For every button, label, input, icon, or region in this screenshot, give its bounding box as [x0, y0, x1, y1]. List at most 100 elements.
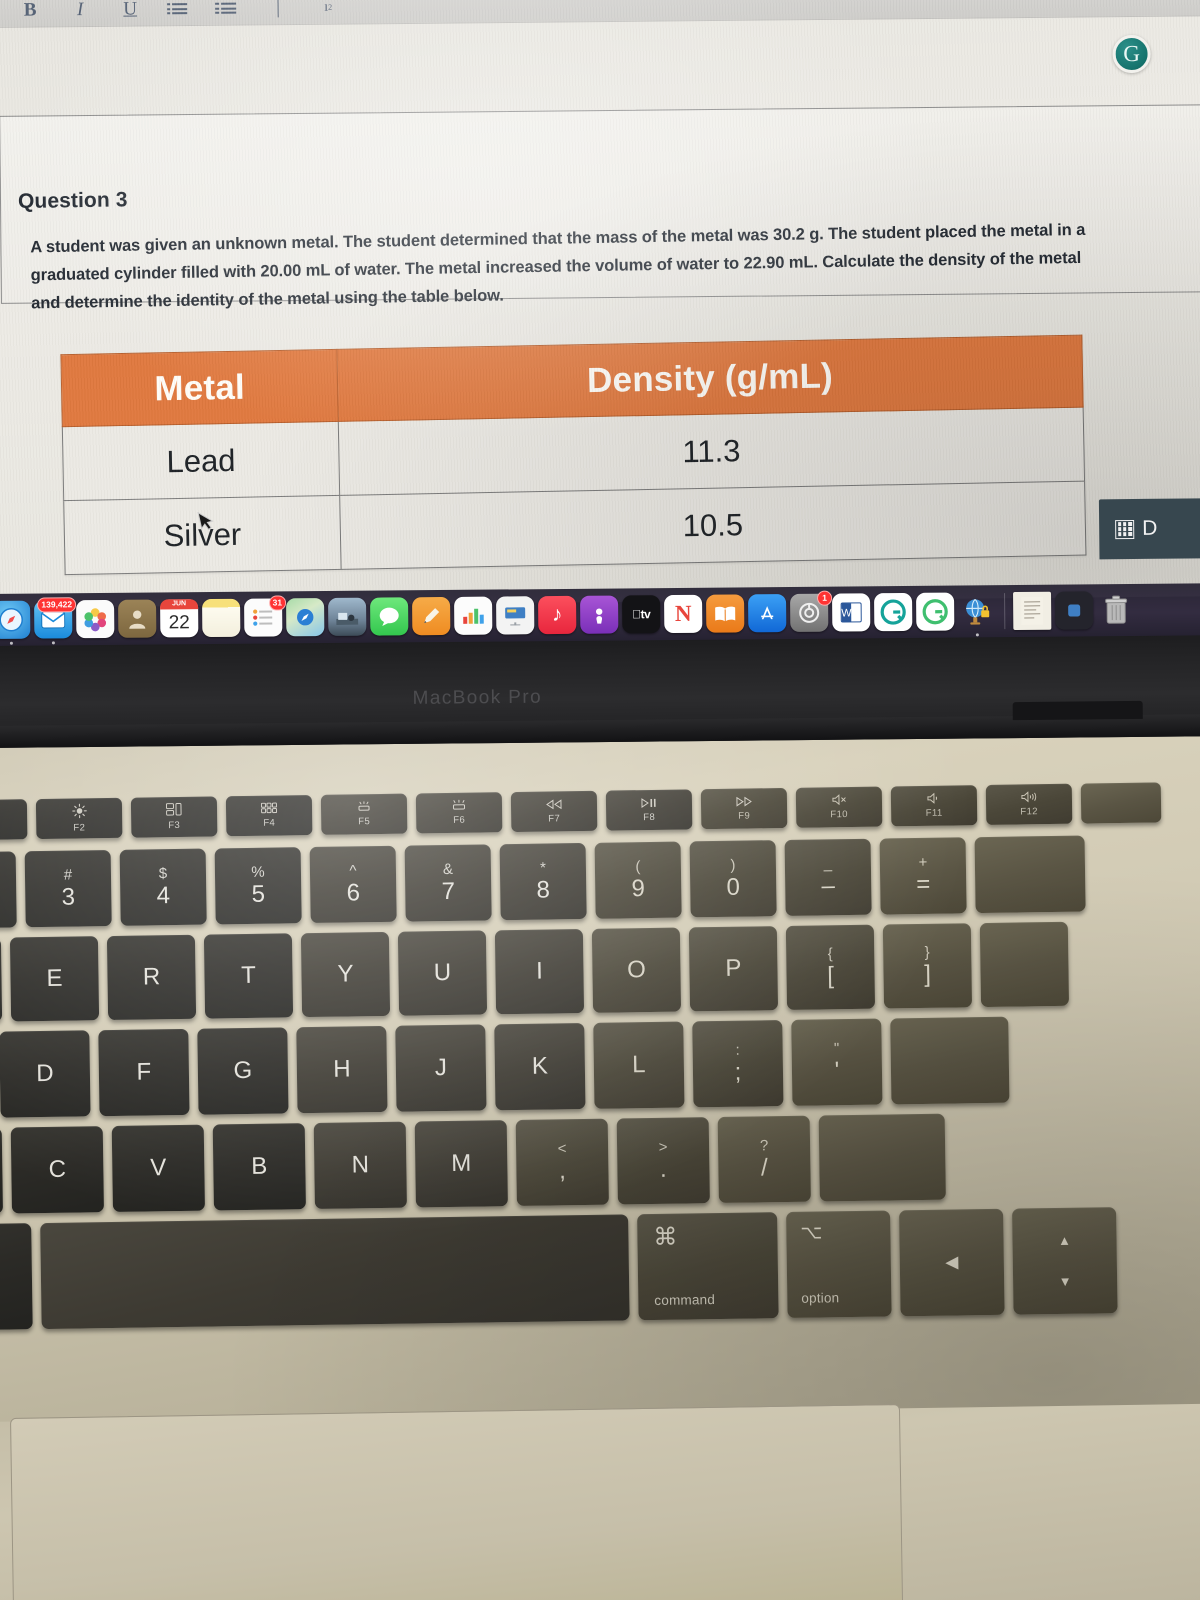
- key-w[interactable]: W: [0, 937, 3, 1023]
- key-f10[interactable]: F10: [795, 786, 883, 828]
- keynote-icon[interactable]: [496, 596, 535, 635]
- indent-icon[interactable]: |: [270, 0, 286, 18]
- books-icon[interactable]: [706, 594, 745, 633]
- key-3[interactable]: # 3: [24, 849, 112, 928]
- key-f6[interactable]: F6: [415, 792, 503, 834]
- key-minus[interactable]: _ –: [784, 838, 872, 916]
- key-n[interactable]: N: [313, 1121, 407, 1209]
- key-d[interactable]: D: [0, 1030, 91, 1118]
- key-t[interactable]: T: [203, 933, 294, 1019]
- key-command-left[interactable]: ⌘ mand: [0, 1223, 33, 1331]
- app-store-icon[interactable]: [748, 594, 787, 633]
- downloads-icon[interactable]: [1055, 591, 1094, 630]
- safari-icon[interactable]: [0, 600, 31, 645]
- key-6[interactable]: ^ 6: [309, 845, 397, 924]
- key-9[interactable]: ( 9: [594, 841, 682, 919]
- key-c[interactable]: C: [10, 1126, 104, 1214]
- music-icon[interactable]: ♪: [538, 595, 577, 635]
- key-quote[interactable]: " ': [791, 1018, 883, 1106]
- key-equals[interactable]: + =: [879, 837, 967, 915]
- grammarly-icon[interactable]: [874, 592, 913, 632]
- key-f2[interactable]: F2: [35, 797, 123, 840]
- key-delete[interactable]: [974, 835, 1086, 914]
- grammarly-editor-icon[interactable]: [916, 592, 955, 631]
- key-f3[interactable]: F3: [130, 796, 218, 838]
- key-period[interactable]: > .: [616, 1117, 710, 1205]
- key-slash[interactable]: ? /: [717, 1115, 811, 1203]
- key-f7[interactable]: F7: [510, 790, 598, 833]
- news-icon[interactable]: N: [664, 594, 703, 634]
- calendar-icon[interactable]: JUN 22: [160, 599, 199, 638]
- key-f5[interactable]: F5: [320, 793, 408, 835]
- key-v[interactable]: V: [111, 1124, 205, 1212]
- mail-icon[interactable]: 139,422: [34, 597, 77, 645]
- reminders-icon[interactable]: 31: [244, 595, 287, 637]
- key-arrow-left[interactable]: ◀: [899, 1208, 1005, 1317]
- key-4[interactable]: $ 4: [119, 848, 207, 926]
- macos-dock[interactable]: 139,422 JUN 22 31 ♪ tv N 1 W: [0, 583, 1200, 646]
- key-return[interactable]: [890, 1016, 1010, 1105]
- key-p[interactable]: P: [688, 926, 779, 1012]
- key-b[interactable]: B: [212, 1123, 306, 1211]
- key-y[interactable]: Y: [300, 931, 391, 1018]
- bold-icon[interactable]: B: [22, 0, 38, 21]
- key-f9[interactable]: F9: [700, 787, 788, 830]
- podcasts-icon[interactable]: [580, 595, 619, 634]
- key-e[interactable]: E: [9, 936, 100, 1022]
- key-h[interactable]: H: [296, 1025, 388, 1114]
- subscript-icon[interactable]: ı2: [320, 0, 336, 14]
- contacts-icon[interactable]: [118, 599, 157, 638]
- key-r[interactable]: R: [106, 934, 197, 1021]
- notes-pencil-icon[interactable]: [412, 596, 451, 636]
- key-f11[interactable]: F11: [890, 785, 978, 827]
- apps-grid-panel[interactable]: D: [1098, 498, 1200, 560]
- key-7[interactable]: & 7: [404, 844, 492, 922]
- messages-icon[interactable]: [370, 597, 409, 636]
- notes-icon[interactable]: [202, 598, 241, 638]
- grammarly-badge[interactable]: G: [1112, 34, 1151, 74]
- key-space[interactable]: [40, 1214, 630, 1330]
- italic-icon[interactable]: I: [72, 0, 88, 20]
- underline-icon[interactable]: U: [122, 0, 138, 20]
- microsoft-word-icon[interactable]: W: [832, 593, 871, 632]
- key-u[interactable]: U: [397, 930, 488, 1016]
- key-option-right[interactable]: ⌥ option: [786, 1210, 892, 1318]
- key-8[interactable]: * 8: [499, 842, 587, 921]
- bulleted-list-icon[interactable]: [172, 3, 188, 15]
- key-f[interactable]: F: [98, 1028, 190, 1117]
- system-preferences-icon[interactable]: 1: [790, 590, 833, 632]
- key-backslash[interactable]: [979, 921, 1070, 1008]
- key-bracket-right[interactable]: } ]: [882, 923, 973, 1009]
- key-comma[interactable]: < ,: [515, 1118, 609, 1206]
- numbers-icon[interactable]: [454, 596, 493, 635]
- key-f4[interactable]: F4: [225, 794, 313, 837]
- photo-booth-icon[interactable]: [328, 597, 367, 637]
- key-g[interactable]: G: [197, 1027, 289, 1115]
- photos-icon[interactable]: [76, 599, 115, 639]
- key-k[interactable]: K: [494, 1022, 586, 1111]
- key-l[interactable]: L: [593, 1021, 685, 1109]
- documents-stack-icon[interactable]: [1013, 591, 1052, 631]
- key-x[interactable]: X: [0, 1127, 3, 1215]
- key-5[interactable]: % 5: [214, 847, 302, 925]
- key-f1[interactable]: [0, 799, 28, 841]
- numbered-list-icon[interactable]: [221, 2, 237, 14]
- maps-icon[interactable]: [286, 598, 325, 637]
- key-i[interactable]: I: [494, 928, 585, 1015]
- key-f8[interactable]: F8: [605, 789, 693, 831]
- key-arrow-updown[interactable]: ▲ ▼: [1012, 1207, 1118, 1315]
- key-power[interactable]: [1080, 782, 1162, 824]
- key-command-right[interactable]: ⌘ command: [637, 1212, 779, 1321]
- globe-lock-icon[interactable]: [958, 592, 996, 637]
- key-j[interactable]: J: [395, 1024, 487, 1112]
- trash-icon[interactable]: [1097, 591, 1135, 629]
- key-semicolon[interactable]: : ;: [692, 1020, 784, 1108]
- key-shift-right[interactable]: [818, 1113, 946, 1202]
- key-f12[interactable]: F12: [985, 783, 1073, 825]
- key-m[interactable]: M: [414, 1120, 508, 1208]
- key-o[interactable]: O: [591, 927, 682, 1013]
- key-2[interactable]: @ 2: [0, 851, 17, 929]
- key-bracket-left[interactable]: { [: [785, 924, 876, 1010]
- trackpad[interactable]: [10, 1404, 904, 1600]
- key-0[interactable]: ) 0: [689, 840, 777, 918]
